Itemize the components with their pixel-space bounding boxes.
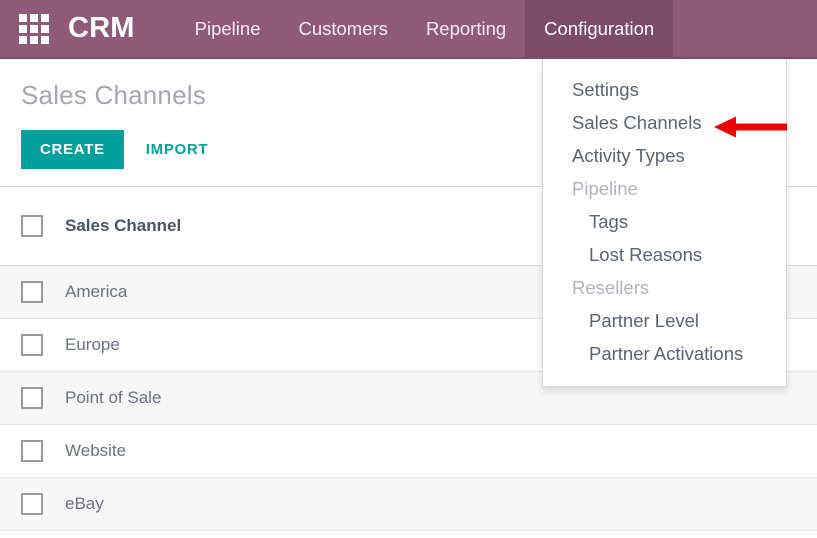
row-name: America bbox=[65, 282, 127, 302]
nav-item-reporting[interactable]: Reporting bbox=[407, 0, 525, 57]
menu-item-lost-reasons[interactable]: Lost Reasons bbox=[543, 238, 786, 271]
app-root: CRM Pipeline Customers Reporting Configu… bbox=[0, 0, 817, 538]
row-checkbox[interactable] bbox=[21, 440, 43, 462]
nav-item-pipeline[interactable]: Pipeline bbox=[176, 0, 280, 57]
menu-item-partner-activations[interactable]: Partner Activations bbox=[543, 337, 786, 370]
navbar-menu: Pipeline Customers Reporting Configurati… bbox=[176, 0, 674, 57]
table-row[interactable]: Website bbox=[0, 425, 817, 478]
row-checkbox[interactable] bbox=[21, 281, 43, 303]
brand-title[interactable]: CRM bbox=[68, 0, 155, 57]
create-button[interactable]: CREATE bbox=[21, 130, 124, 169]
row-checkbox[interactable] bbox=[21, 334, 43, 356]
nav-item-configuration[interactable]: Configuration bbox=[525, 0, 673, 57]
page-title: Sales Channels bbox=[21, 80, 206, 111]
action-bar: CREATE IMPORT bbox=[21, 130, 212, 169]
menu-item-partner-level[interactable]: Partner Level bbox=[543, 304, 786, 337]
select-all-checkbox[interactable] bbox=[21, 215, 43, 237]
row-name: Point of Sale bbox=[65, 388, 161, 408]
top-navbar: CRM Pipeline Customers Reporting Configu… bbox=[0, 0, 817, 59]
menu-item-settings[interactable]: Settings bbox=[543, 73, 786, 106]
menu-section-resellers: Resellers bbox=[543, 271, 786, 304]
table-row[interactable]: eBay bbox=[0, 478, 817, 531]
configuration-dropdown-menu: Settings Sales Channels Activity Types P… bbox=[542, 59, 787, 387]
import-button[interactable]: IMPORT bbox=[142, 130, 213, 169]
row-name: Website bbox=[65, 441, 126, 461]
row-checkbox[interactable] bbox=[21, 387, 43, 409]
column-header-sales-channel: Sales Channel bbox=[65, 216, 181, 236]
row-name: eBay bbox=[65, 494, 104, 514]
menu-item-tags[interactable]: Tags bbox=[543, 205, 786, 238]
grid-apps-icon bbox=[19, 14, 49, 44]
menu-section-pipeline: Pipeline bbox=[543, 172, 786, 205]
menu-item-activity-types[interactable]: Activity Types bbox=[543, 139, 786, 172]
row-name: Europe bbox=[65, 335, 120, 355]
apps-menu-button[interactable] bbox=[0, 0, 68, 57]
menu-item-sales-channels[interactable]: Sales Channels bbox=[543, 106, 786, 139]
nav-item-customers[interactable]: Customers bbox=[279, 0, 406, 57]
row-checkbox[interactable] bbox=[21, 493, 43, 515]
